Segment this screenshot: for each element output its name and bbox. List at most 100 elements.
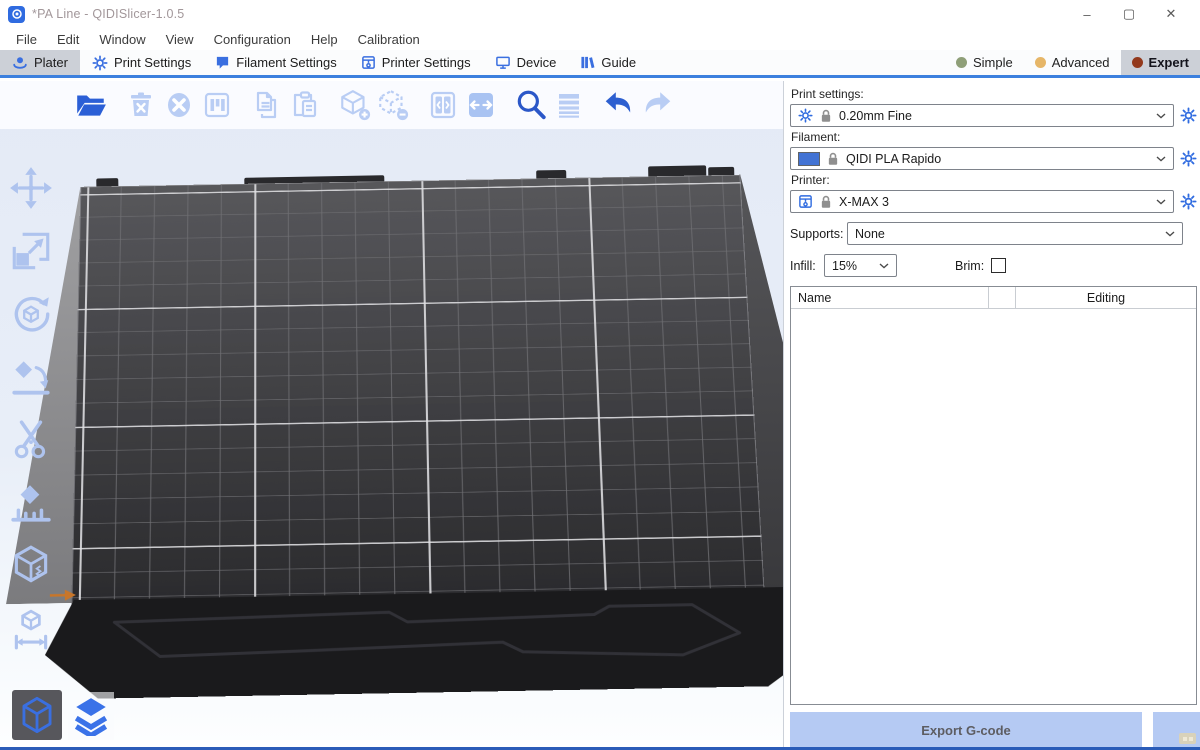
tab-printer-settings[interactable]: Printer Settings [349, 50, 483, 75]
tab-label: Filament Settings [236, 55, 336, 70]
bed-front-panel [44, 587, 784, 700]
tab-print-settings[interactable]: Print Settings [80, 50, 203, 75]
print-settings-value: 0.20mm Fine [839, 109, 912, 123]
copy-button[interactable] [248, 85, 286, 125]
filament-bubble-icon [215, 55, 230, 70]
3d-viewport[interactable] [0, 81, 784, 750]
tab-filament-settings[interactable]: Filament Settings [203, 50, 348, 75]
open-button[interactable] [72, 85, 110, 125]
titlebar: *PA Line - QIDISlicer-1.0.5 – ▢ ✕ [0, 0, 1200, 28]
menu-file[interactable]: File [6, 32, 47, 47]
gear-icon [92, 55, 108, 71]
printer-label: Printer: [791, 173, 1198, 187]
qidislicer-window: *PA Line - QIDISlicer-1.0.5 – ▢ ✕ File E… [0, 0, 1200, 750]
3d-editor-view-button[interactable] [12, 690, 62, 740]
tab-label: Guide [601, 55, 636, 70]
simple-dot-icon [956, 57, 967, 68]
paste-button[interactable] [286, 85, 324, 125]
seam-gizmo-button[interactable] [6, 541, 56, 591]
cut-gizmo-button[interactable] [6, 415, 56, 465]
chevron-down-icon [879, 263, 889, 269]
filament-combo[interactable]: QIDI PLA Rapido [790, 147, 1174, 170]
tab-label: Plater [34, 55, 68, 70]
mode-expert[interactable]: Expert [1121, 50, 1200, 75]
arrange-button[interactable] [198, 85, 236, 125]
scale-gizmo-button[interactable] [6, 226, 56, 276]
filament-gear-button[interactable] [1179, 149, 1198, 168]
mode-advanced[interactable]: Advanced [1024, 50, 1121, 75]
column-header-editing: Editing [1016, 287, 1196, 308]
guide-books-icon [580, 55, 595, 70]
export-gcode-button[interactable]: Export G-code [790, 712, 1142, 748]
infill-label: Infill: [790, 259, 824, 273]
delete-button[interactable] [122, 85, 160, 125]
menubar: File Edit Window View Configuration Help… [0, 28, 1200, 50]
printer-combo[interactable]: X-MAX 3 [790, 190, 1174, 213]
add-instance-button[interactable] [336, 85, 374, 125]
column-header-name: Name [791, 287, 989, 308]
printer-icon [361, 55, 376, 70]
mode-simple[interactable]: Simple [945, 50, 1024, 75]
mode-selector: Simple Advanced Expert [945, 50, 1200, 75]
preview-layers-button[interactable] [68, 692, 114, 740]
split-to-objects-button[interactable] [424, 85, 462, 125]
lock-icon [820, 195, 832, 209]
delete-all-button[interactable] [160, 85, 198, 125]
minimize-button[interactable]: – [1066, 1, 1108, 27]
lock-icon [820, 109, 832, 123]
print-settings-label: Print settings: [791, 87, 1198, 101]
menu-view[interactable]: View [156, 32, 204, 47]
place-on-face-gizmo-button[interactable] [6, 352, 56, 402]
supports-label: Supports: [790, 227, 847, 241]
printer-icon [798, 194, 813, 209]
tab-guide[interactable]: Guide [568, 50, 648, 75]
brim-label: Brim: [955, 259, 984, 273]
printer-value: X-MAX 3 [839, 195, 889, 209]
tab-plater[interactable]: Plater [0, 50, 80, 75]
print-bed [0, 81, 784, 750]
device-monitor-icon [495, 55, 511, 70]
supports-value: None [855, 227, 885, 241]
export-device-icon [1179, 733, 1196, 744]
remove-instance-button[interactable] [374, 85, 412, 125]
tab-label: Print Settings [114, 55, 191, 70]
menu-edit[interactable]: Edit [47, 32, 89, 47]
variable-layer-height-button[interactable] [550, 85, 588, 125]
move-gizmo-button[interactable] [6, 163, 56, 213]
supports-combo[interactable]: None [847, 222, 1183, 245]
print-settings-gear-button[interactable] [1179, 106, 1198, 125]
menu-calibration[interactable]: Calibration [348, 32, 430, 47]
infill-value: 15% [832, 259, 857, 273]
export-options-button[interactable] [1153, 712, 1200, 748]
split-to-parts-button[interactable] [462, 85, 500, 125]
expert-dot-icon [1132, 57, 1143, 68]
menu-help[interactable]: Help [301, 32, 348, 47]
tab-label: Device [517, 55, 557, 70]
chevron-down-icon [1156, 113, 1166, 119]
maximize-button[interactable]: ▢ [1108, 1, 1150, 27]
infill-combo[interactable]: 15% [824, 254, 897, 277]
gizmo-toolbar [6, 163, 56, 654]
plater-toolbar [0, 81, 783, 129]
bed-grid-surface [71, 175, 766, 625]
menu-configuration[interactable]: Configuration [204, 32, 301, 47]
view-toggles [12, 690, 114, 740]
filament-value: QIDI PLA Rapido [846, 152, 941, 166]
redo-button[interactable] [638, 85, 676, 125]
rotate-gizmo-button[interactable] [6, 289, 56, 339]
printer-gear-button[interactable] [1179, 192, 1198, 211]
tab-device[interactable]: Device [483, 50, 569, 75]
app-logo-icon [8, 6, 25, 23]
lock-icon [827, 152, 839, 166]
undo-button[interactable] [600, 85, 638, 125]
brim-checkbox[interactable] [991, 258, 1006, 273]
column-header-extruder [989, 287, 1016, 308]
close-button[interactable]: ✕ [1150, 1, 1192, 27]
print-settings-combo[interactable]: 0.20mm Fine [790, 104, 1174, 127]
chevron-down-icon [1165, 231, 1175, 237]
settings-sidebar: Print settings: 0.20mm Fine [784, 81, 1200, 750]
paint-supports-gizmo-button[interactable] [6, 478, 56, 528]
menu-window[interactable]: Window [89, 32, 155, 47]
measure-gizmo-button[interactable] [6, 604, 56, 654]
search-button[interactable] [512, 85, 550, 125]
